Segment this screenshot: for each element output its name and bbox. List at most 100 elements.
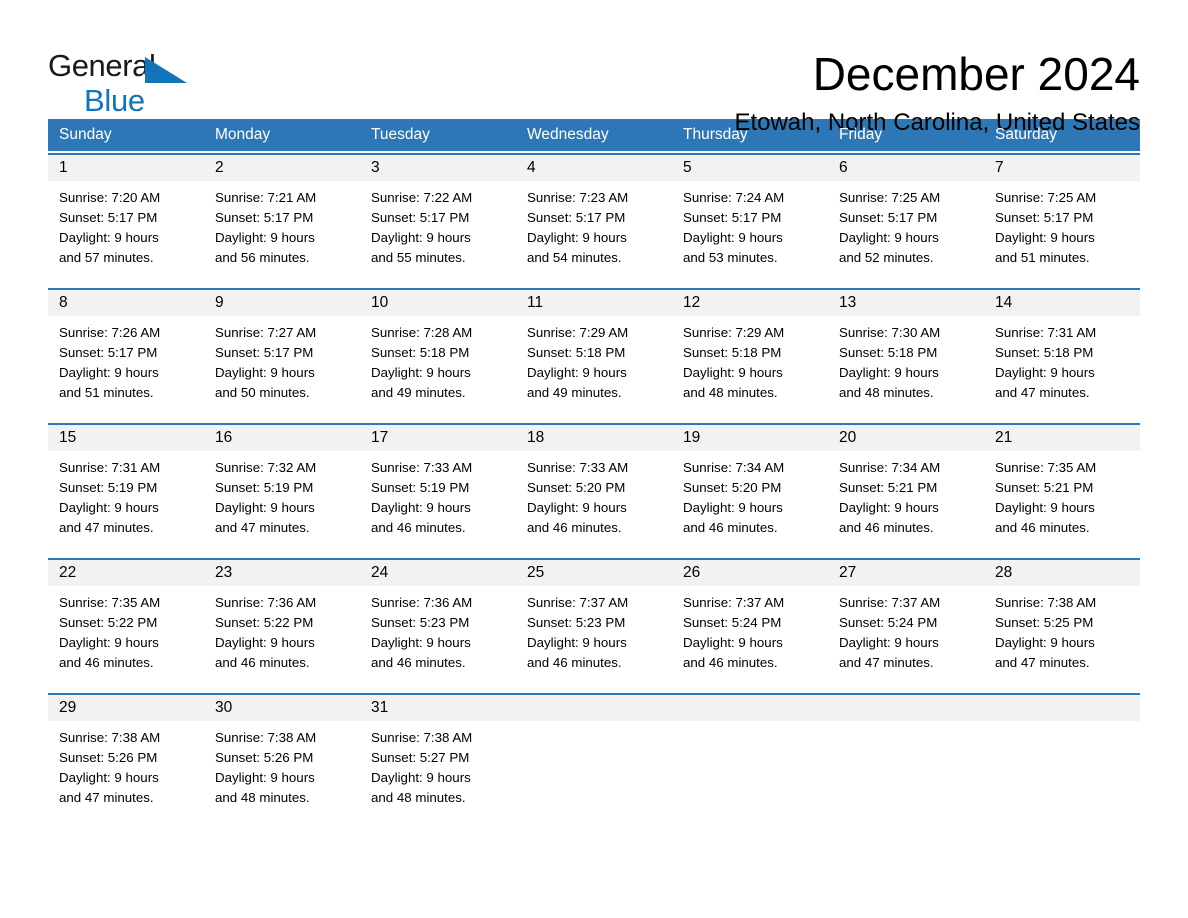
day-cell[interactable]: 26 Sunrise: 7:37 AM Sunset: 5:24 PM Dayligh… xyxy=(672,560,828,680)
day-number: 29 xyxy=(59,699,77,716)
day-cell[interactable]: 24 Sunrise: 7:36 AM Sunset: 5:23 PM Dayligh… xyxy=(360,560,516,680)
sunset-text: Sunset: 5:22 PM xyxy=(215,615,314,630)
daylight-text-line2: and 49 minutes. xyxy=(527,385,622,400)
day-cell[interactable]: 27 Sunrise: 7:37 AM Sunset: 5:24 PM Dayligh… xyxy=(828,560,984,680)
day-cell[interactable]: 30 Sunrise: 7:38 AM Sunset: 5:26 PM Dayligh… xyxy=(204,695,360,815)
weekday-header-tuesday: Tuesday xyxy=(371,126,430,143)
sunrise-text: Sunrise: 7:34 AM xyxy=(683,460,785,475)
day-cell[interactable]: 6 Sunrise: 7:25 AM Sunset: 5:17 PM Daylight… xyxy=(828,155,984,275)
day-cell[interactable]: 8 Sunrise: 7:26 AM Sunset: 5:17 PM Daylight… xyxy=(48,290,204,410)
day-cell[interactable]: 28 Sunrise: 7:38 AM Sunset: 5:25 PM Dayligh… xyxy=(984,560,1140,680)
day-info: Sunrise: 7:34 AM Sunset: 5:21 PM Daylight:… xyxy=(828,451,984,538)
day-info: Sunrise: 7:20 AM Sunset: 5:17 PM Daylight:… xyxy=(48,181,204,268)
day-cell[interactable]: 9 Sunrise: 7:27 AM Sunset: 5:17 PM Daylight… xyxy=(204,290,360,410)
day-number: 1 xyxy=(59,159,68,176)
day-cell[interactable]: 18 Sunrise: 7:33 AM Sunset: 5:20 PM Dayligh… xyxy=(516,425,672,545)
daylight-text-line2: and 46 minutes. xyxy=(839,520,934,535)
day-cell[interactable]: 21 Sunrise: 7:35 AM Sunset: 5:21 PM Dayligh… xyxy=(984,425,1140,545)
day-info: Sunrise: 7:38 AM Sunset: 5:26 PM Daylight:… xyxy=(204,721,360,808)
day-cell[interactable]: 11 Sunrise: 7:29 AM Sunset: 5:18 PM Dayligh… xyxy=(516,290,672,410)
day-cell[interactable]: 19 Sunrise: 7:34 AM Sunset: 5:20 PM Dayligh… xyxy=(672,425,828,545)
day-cell[interactable]: 12 Sunrise: 7:29 AM Sunset: 5:18 PM Dayligh… xyxy=(672,290,828,410)
day-cell[interactable]: 17 Sunrise: 7:33 AM Sunset: 5:19 PM Dayligh… xyxy=(360,425,516,545)
daylight-text-line2: and 51 minutes. xyxy=(995,250,1090,265)
day-cell[interactable]: 5 Sunrise: 7:24 AM Sunset: 5:17 PM Daylight… xyxy=(672,155,828,275)
daylight-text-line1: Daylight: 9 hours xyxy=(839,500,939,515)
sunrise-text: Sunrise: 7:24 AM xyxy=(683,190,785,205)
day-number: 18 xyxy=(527,429,545,446)
day-cell[interactable]: 7 Sunrise: 7:25 AM Sunset: 5:17 PM Daylight… xyxy=(984,155,1140,275)
day-cell[interactable]: 25 Sunrise: 7:37 AM Sunset: 5:23 PM Dayligh… xyxy=(516,560,672,680)
day-cell[interactable]: 13 Sunrise: 7:30 AM Sunset: 5:18 PM Dayligh… xyxy=(828,290,984,410)
daylight-text-line1: Daylight: 9 hours xyxy=(683,230,783,245)
day-cell[interactable]: 16 Sunrise: 7:32 AM Sunset: 5:19 PM Dayligh… xyxy=(204,425,360,545)
day-number: 28 xyxy=(995,564,1013,581)
sunrise-text: Sunrise: 7:32 AM xyxy=(215,460,317,475)
day-number-band: 1 xyxy=(48,155,204,181)
daylight-text-line2: and 46 minutes. xyxy=(527,655,622,670)
day-cell[interactable]: 14 Sunrise: 7:31 AM Sunset: 5:18 PM Dayligh… xyxy=(984,290,1140,410)
day-cell[interactable]: 2 Sunrise: 7:21 AM Sunset: 5:17 PM Daylight… xyxy=(204,155,360,275)
day-info: Sunrise: 7:37 AM Sunset: 5:24 PM Daylight:… xyxy=(672,586,828,673)
sunset-text: Sunset: 5:19 PM xyxy=(59,480,158,495)
day-cell[interactable]: 4 Sunrise: 7:23 AM Sunset: 5:17 PM Daylight… xyxy=(516,155,672,275)
day-cell[interactable]: 10 Sunrise: 7:28 AM Sunset: 5:18 PM Dayligh… xyxy=(360,290,516,410)
logo-text-general: General xyxy=(48,48,156,83)
daylight-text-line1: Daylight: 9 hours xyxy=(371,635,471,650)
weekday-header-saturday: Saturday xyxy=(995,126,1058,143)
sunrise-text: Sunrise: 7:21 AM xyxy=(215,190,317,205)
day-info: Sunrise: 7:33 AM Sunset: 5:20 PM Daylight:… xyxy=(516,451,672,538)
day-number-band: 17 xyxy=(360,425,516,451)
daylight-text-line2: and 48 minutes. xyxy=(215,790,310,805)
sunset-text: Sunset: 5:17 PM xyxy=(683,210,782,225)
day-number-band xyxy=(516,695,672,721)
sunrise-text: Sunrise: 7:23 AM xyxy=(527,190,629,205)
daylight-text-line2: and 55 minutes. xyxy=(371,250,466,265)
daylight-text-line2: and 52 minutes. xyxy=(839,250,934,265)
sunset-text: Sunset: 5:24 PM xyxy=(839,615,938,630)
daylight-text-line1: Daylight: 9 hours xyxy=(215,635,315,650)
daylight-text-line1: Daylight: 9 hours xyxy=(683,635,783,650)
daylight-text-line2: and 56 minutes. xyxy=(215,250,310,265)
day-cell[interactable]: 1 Sunrise: 7:20 AM Sunset: 5:17 PM Daylight… xyxy=(48,155,204,275)
day-number-band: 18 xyxy=(516,425,672,451)
daylight-text-line2: and 50 minutes. xyxy=(215,385,310,400)
day-number: 31 xyxy=(371,699,389,716)
day-number-band: 20 xyxy=(828,425,984,451)
sunrise-text: Sunrise: 7:20 AM xyxy=(59,190,161,205)
sunrise-text: Sunrise: 7:22 AM xyxy=(371,190,473,205)
page-title: December 2024 xyxy=(812,48,1140,100)
day-cell[interactable]: 15 Sunrise: 7:31 AM Sunset: 5:19 PM Dayligh… xyxy=(48,425,204,545)
day-cell[interactable]: 29 Sunrise: 7:38 AM Sunset: 5:26 PM Dayligh… xyxy=(48,695,204,815)
daylight-text-line1: Daylight: 9 hours xyxy=(59,230,159,245)
sunrise-text: Sunrise: 7:38 AM xyxy=(59,730,161,745)
day-info: Sunrise: 7:32 AM Sunset: 5:19 PM Daylight:… xyxy=(204,451,360,538)
day-cell[interactable]: 23 Sunrise: 7:36 AM Sunset: 5:22 PM Dayligh… xyxy=(204,560,360,680)
day-number-band: 27 xyxy=(828,560,984,586)
day-info: Sunrise: 7:27 AM Sunset: 5:17 PM Daylight:… xyxy=(204,316,360,403)
day-number-band: 25 xyxy=(516,560,672,586)
daylight-text-line1: Daylight: 9 hours xyxy=(527,230,627,245)
sunrise-text: Sunrise: 7:37 AM xyxy=(839,595,941,610)
sunrise-text: Sunrise: 7:26 AM xyxy=(59,325,161,340)
daylight-text-line1: Daylight: 9 hours xyxy=(215,500,315,515)
sunset-text: Sunset: 5:26 PM xyxy=(215,750,314,765)
day-cell[interactable]: 31 Sunrise: 7:38 AM Sunset: 5:27 PM Dayligh… xyxy=(360,695,516,815)
day-number: 5 xyxy=(683,159,692,176)
sunset-text: Sunset: 5:27 PM xyxy=(371,750,470,765)
day-cell[interactable]: 20 Sunrise: 7:34 AM Sunset: 5:21 PM Dayligh… xyxy=(828,425,984,545)
daylight-text-line1: Daylight: 9 hours xyxy=(215,770,315,785)
day-number-band: 9 xyxy=(204,290,360,316)
day-cell[interactable]: 3 Sunrise: 7:22 AM Sunset: 5:17 PM Daylight… xyxy=(360,155,516,275)
calendar-week-row: 1 Sunrise: 7:20 AM Sunset: 5:17 PM Daylight… xyxy=(48,153,1140,275)
day-number: 23 xyxy=(215,564,233,581)
day-cell[interactable]: 22 Sunrise: 7:35 AM Sunset: 5:22 PM Dayligh… xyxy=(48,560,204,680)
day-number: 13 xyxy=(839,294,857,311)
daylight-text-line1: Daylight: 9 hours xyxy=(839,230,939,245)
day-info: Sunrise: 7:22 AM Sunset: 5:17 PM Daylight:… xyxy=(360,181,516,268)
day-number: 25 xyxy=(527,564,545,581)
sunrise-text: Sunrise: 7:34 AM xyxy=(839,460,941,475)
daylight-text-line1: Daylight: 9 hours xyxy=(59,635,159,650)
page-header: General Blue December 2024 Etowah, North… xyxy=(48,0,1140,136)
sunrise-text: Sunrise: 7:33 AM xyxy=(371,460,473,475)
